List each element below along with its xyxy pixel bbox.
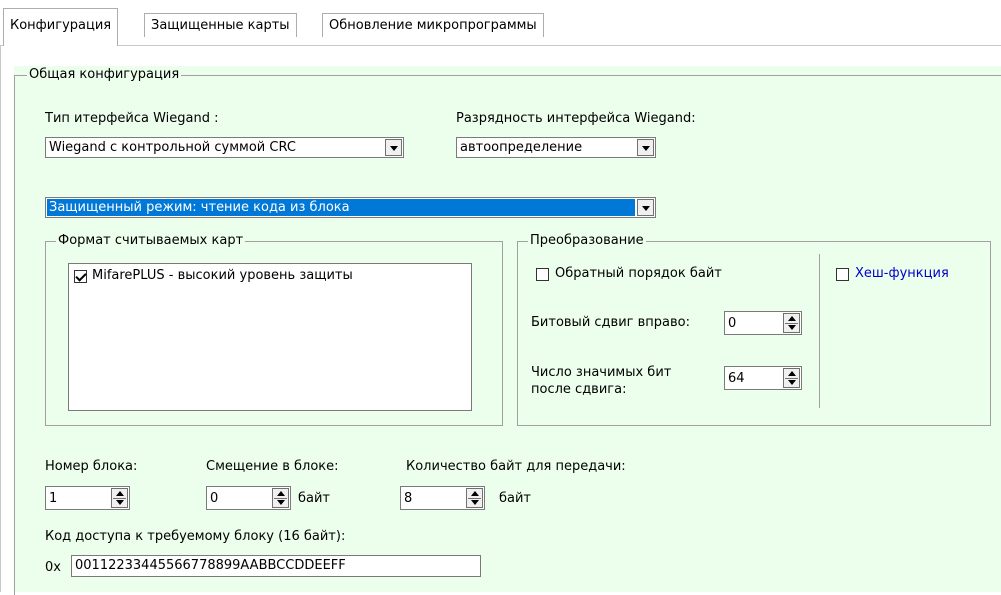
bit-shift-value: 0 [728, 316, 737, 331]
chevron-down-icon[interactable] [385, 139, 402, 156]
access-code-label: Код доступа к требуемому блоку (16 байт)… [45, 529, 346, 544]
tab-protected-cards[interactable]: Защищенные карты [144, 13, 297, 37]
tab-bar: Конфигурация Защищенные карты Обновление… [0, 0, 1001, 46]
read-mode-value: Защищенный режим: чтение кода из блока [47, 199, 635, 216]
significant-bits-value: 64 [728, 371, 745, 386]
hash-function-checkbox[interactable] [836, 268, 849, 281]
checkbox-checked-icon[interactable] [74, 270, 87, 283]
wiegand-type-select[interactable]: Wiegand с контрольной суммой CRC [45, 137, 404, 158]
wiegand-bits-select[interactable]: автоопределение [456, 137, 656, 158]
byte-count-unit: байт [499, 491, 532, 506]
wiegand-type-label: Тип итерфейса Wiegand : [45, 111, 219, 126]
block-offset-unit: байт [298, 491, 331, 506]
card-format-group: Формат считываемых карт MifarePLUS - выс… [45, 233, 503, 426]
reverse-byte-order-checkbox[interactable] [536, 268, 549, 281]
access-code-prefix: 0x [45, 560, 61, 575]
block-number-spinner[interactable]: 1 [45, 486, 130, 510]
card-format-item-label: MifarePLUS - высокий уровень защиты [92, 268, 353, 283]
wiegand-type-value: Wiegand с контрольной суммой CRC [49, 140, 296, 155]
card-format-title: Формат считываемых карт [56, 233, 246, 249]
block-offset-spinner[interactable]: 0 [206, 486, 291, 510]
significant-bits-spinner[interactable]: 64 [724, 366, 802, 390]
tab-label: Обновление микропрограммы [329, 18, 537, 33]
tab-label: Конфигурация [10, 18, 112, 33]
spinner-arrows-icon[interactable] [466, 488, 483, 508]
chevron-down-icon[interactable] [637, 139, 654, 156]
significant-bits-label-line1: Число значимых бит [531, 365, 672, 380]
spinner-arrows-icon[interactable] [272, 488, 289, 508]
tab-configuration[interactable]: Конфигурация [3, 8, 119, 46]
wiegand-bits-label: Разрядность интерфейса Wiegand: [456, 111, 696, 126]
general-config-title: Общая конфигурация [27, 67, 182, 83]
tab-label: Защищенные карты [151, 18, 290, 33]
conversion-separator [819, 254, 820, 408]
spinner-arrows-icon[interactable] [111, 488, 128, 508]
card-format-list[interactable]: MifarePLUS - высокий уровень защиты [68, 263, 472, 411]
significant-bits-label-line2: после сдвига: [531, 382, 627, 397]
configuration-panel: Общая конфигурация Тип итерфейса Wiegand… [0, 46, 1001, 595]
block-number-label: Номер блока: [45, 459, 138, 474]
hash-function-label[interactable]: Хеш-функция [855, 266, 949, 282]
access-code-input[interactable]: 00112233445566778899AABBCCDDEEFF [71, 555, 481, 577]
read-mode-select[interactable]: Защищенный режим: чтение кода из блока [45, 197, 656, 218]
conversion-title: Преобразование [528, 233, 646, 249]
bit-shift-label: Битовый сдвиг вправо: [531, 315, 690, 330]
bit-shift-spinner[interactable]: 0 [724, 311, 802, 335]
chevron-down-icon[interactable] [637, 199, 654, 216]
spinner-arrows-icon[interactable] [783, 368, 800, 388]
block-offset-label: Смещение в блоке: [206, 459, 339, 474]
tab-firmware-update[interactable]: Обновление микропрограммы [322, 13, 544, 37]
byte-count-spinner[interactable]: 8 [400, 486, 485, 510]
wiegand-bits-value: автоопределение [460, 140, 583, 155]
block-number-value: 1 [49, 491, 58, 506]
reverse-byte-order-label: Обратный порядок байт [555, 266, 722, 281]
spinner-arrows-icon[interactable] [783, 313, 800, 333]
block-offset-value: 0 [210, 491, 219, 506]
byte-count-value: 8 [404, 491, 413, 506]
byte-count-label: Количество байт для передачи: [406, 459, 626, 474]
